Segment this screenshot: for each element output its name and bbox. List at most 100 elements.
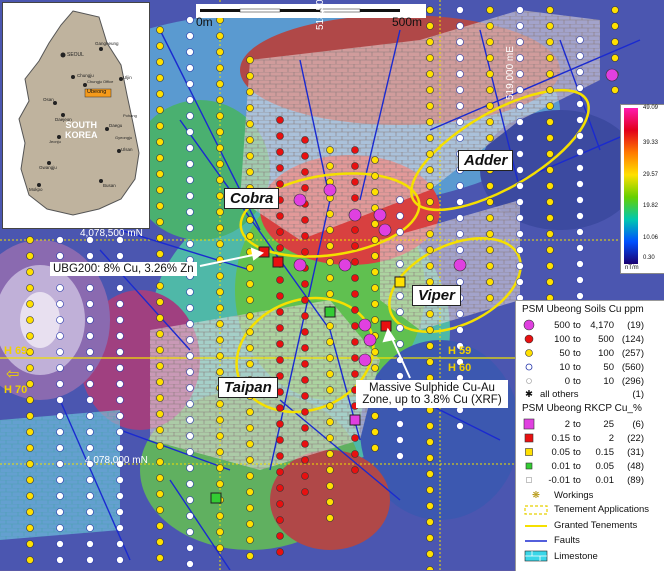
soil-sample-dot <box>186 48 194 56</box>
soil-sample-dot <box>576 132 584 140</box>
soil-sample-dot <box>56 284 64 292</box>
soil-sample-dot <box>396 244 404 252</box>
soil-sample-dot <box>371 316 379 324</box>
soil-sample-dot <box>516 86 524 94</box>
soil-sample-dot <box>516 22 524 30</box>
soil-sample-dot <box>326 386 334 394</box>
soil-sample-dot <box>326 498 334 506</box>
soil-sample-dot <box>371 348 379 356</box>
soil-sample-dot <box>371 444 379 452</box>
soil-sample-dot <box>86 348 94 356</box>
zone-label-cobra[interactable]: Cobra <box>224 188 280 209</box>
soil-sample-dot <box>456 326 464 334</box>
soil-sample-dot <box>351 466 359 474</box>
soil-sample-dot <box>611 22 619 30</box>
legend: PSM Ubeong Soils Cu ppm 500 to 4,170 (19) 1… <box>515 300 664 571</box>
scale-start: 0m <box>196 15 213 29</box>
soil-sample-dot <box>246 344 254 352</box>
soil-sample-dot <box>426 470 434 478</box>
soil-sample-dot <box>516 38 524 46</box>
soil-sample-dot <box>516 262 524 270</box>
zone-label-viper[interactable]: Viper <box>412 285 461 306</box>
soil-sample-dot <box>426 502 434 510</box>
soil-sample-dot <box>301 312 309 320</box>
soil-sample-dot <box>56 492 64 500</box>
soil-sample-dot <box>86 556 94 564</box>
soil-sample-dot <box>426 54 434 62</box>
soil-sample-dot <box>351 434 359 442</box>
soil-sample-dot <box>26 236 34 244</box>
soil-sample-dot <box>246 152 254 160</box>
soil-sample-dot <box>301 280 309 288</box>
soil-sample-dot <box>246 232 254 240</box>
soil-sample-dot <box>56 460 64 468</box>
soil-sample-dot <box>216 336 224 344</box>
soil-sample-dot <box>546 278 554 286</box>
soil-sample-dot <box>301 424 309 432</box>
soil-sample-dot <box>246 504 254 512</box>
soil-sample-dot <box>56 540 64 548</box>
zone-label-taipan[interactable]: Taipan <box>218 377 278 398</box>
soil-sample-dot <box>116 540 124 548</box>
soil-sample-dot <box>116 332 124 340</box>
soil-sample-dot <box>86 364 94 372</box>
legend-rkcp-title: PSM Ubeong RKCP Cu_% <box>522 403 642 414</box>
soil-sample-dot <box>426 134 434 142</box>
ubg200-callout: UBG200: 8% Cu, 3.26% Zn <box>50 262 197 276</box>
soil-sample-dot <box>301 328 309 336</box>
soil-sample-dot <box>86 508 94 516</box>
soil-sample-dot <box>301 344 309 352</box>
soil-sample-dot <box>216 368 224 376</box>
inset-city-gwangju: Gwangju <box>39 165 57 170</box>
soil-sample-dot <box>246 536 254 544</box>
soil-sample-dot <box>116 380 124 388</box>
soil-sample-dot <box>426 438 434 446</box>
h-arrow-icon: ⇦ <box>6 366 20 383</box>
high-grade-sample-dot <box>338 258 352 272</box>
soil-sample-dot <box>26 268 34 276</box>
soil-sample-dot <box>326 258 334 266</box>
colorbar-gradient <box>624 108 638 264</box>
soil-sample-dot <box>456 134 464 142</box>
soil-sample-dot <box>371 220 379 228</box>
soil-sample-dot <box>156 330 164 338</box>
soil-sample-dot <box>156 218 164 226</box>
soil-sample-dot <box>456 38 464 46</box>
high-grade-sample-dot <box>348 208 362 222</box>
soil-sample-dot <box>456 230 464 238</box>
soil-sample-dot <box>456 422 464 430</box>
soil-sample-dot <box>216 400 224 408</box>
soil-sample-dot <box>576 116 584 124</box>
soil-sample-dot <box>396 372 404 380</box>
soil-sample-dot <box>301 232 309 240</box>
soil-sample-dot <box>301 440 309 448</box>
soil-sample-dot <box>426 214 434 222</box>
soil-sample-dot <box>371 156 379 164</box>
soil-sample-dot <box>56 364 64 372</box>
zone-label-adder[interactable]: Adder <box>458 150 514 171</box>
soil-sample-dot <box>326 418 334 426</box>
soil-sample-dot <box>246 456 254 464</box>
soil-sample-dot <box>301 456 309 464</box>
soil-sample-dot <box>486 214 494 222</box>
soil-sample-dot <box>26 300 34 308</box>
soil-sample-dot <box>426 166 434 174</box>
soil-sample-dot <box>276 228 284 236</box>
soil-sample-dot <box>301 248 309 256</box>
soil-sample-dot <box>246 488 254 496</box>
soil-sample-dot <box>276 276 284 284</box>
legend-rkcp-row: 0.05 to 0.15 (31) <box>522 446 644 458</box>
soil-sample-dot <box>456 54 464 62</box>
legend-others-row: ✱ all others (1) <box>522 389 644 400</box>
soil-sample-dot <box>396 260 404 268</box>
soil-sample-dot <box>351 242 359 250</box>
soil-sample-dot <box>276 180 284 188</box>
soil-sample-dot <box>186 16 194 24</box>
soil-sample-dot <box>216 208 224 216</box>
legend-soil-row: 10 to 50 (560) <box>522 361 644 373</box>
soil-sample-dot <box>56 252 64 260</box>
soil-sample-dot <box>301 408 309 416</box>
inset-map[interactable]: Ubeong SOUTH KOREA SEOUL Gangneung Chung… <box>2 2 150 229</box>
soil-sample-dot <box>326 226 334 234</box>
inset-city-gyeongju: Gyeongju <box>115 135 133 140</box>
